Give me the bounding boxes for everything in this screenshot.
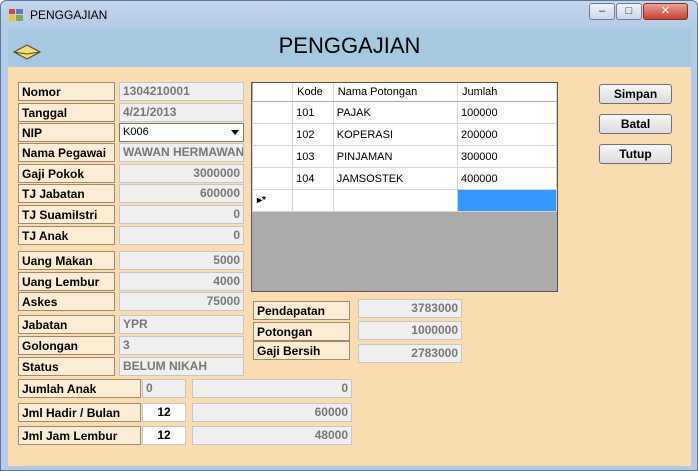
- batal-button[interactable]: Batal: [599, 114, 672, 134]
- close-button[interactable]: ✕: [643, 3, 688, 20]
- tj-jabatan-field[interactable]: 600000: [119, 184, 244, 203]
- tutup-button[interactable]: Tutup: [599, 144, 672, 164]
- row-header[interactable]: [251, 167, 294, 190]
- title-bar[interactable]: PENGGAJIAN – □ ✕: [1, 1, 697, 29]
- tj-anak-field[interactable]: 0: [119, 226, 244, 245]
- label-jumlah-anak: Jumlah Anak: [18, 379, 141, 398]
- tanggal-field[interactable]: 4/21/2013: [119, 103, 244, 122]
- cell-jumlah[interactable]: 200000: [456, 123, 558, 146]
- nama-pegawai-field[interactable]: WAWAN HERMAWAN: [119, 143, 244, 162]
- cell-kode[interactable]: 104: [292, 167, 334, 190]
- label-uang-lembur: Uang Lembur: [18, 272, 115, 291]
- table-row[interactable]: 102 KOPERASI 200000: [251, 123, 558, 146]
- table-row[interactable]: 101 PAJAK 100000: [251, 101, 558, 124]
- form-heading: PENGGAJIAN: [278, 33, 421, 58]
- label-tj-suamiistri: TJ SuamiIstri: [18, 205, 115, 224]
- cell-jumlah[interactable]: 400000: [456, 167, 558, 190]
- new-cell-nama[interactable]: [332, 189, 458, 212]
- cell-kode[interactable]: 101: [292, 101, 334, 124]
- jumlah-anak-field[interactable]: 0: [142, 379, 186, 398]
- column-header-jumlah[interactable]: Jumlah: [457, 83, 558, 102]
- jumlah-anak-total: 0: [192, 379, 352, 398]
- jml-hadir-input[interactable]: 12: [142, 403, 186, 422]
- uang-makan-field[interactable]: 5000: [119, 251, 244, 270]
- label-gaji-bersih: Gaji Bersih: [253, 341, 350, 360]
- label-nama-pegawai: Nama Pegawai: [18, 143, 115, 162]
- label-askes: Askes: [18, 292, 115, 311]
- label-pendapatan: Pendapatan: [253, 301, 350, 320]
- jabatan-field[interactable]: YPR: [119, 315, 244, 334]
- nip-combobox[interactable]: K006: [119, 123, 244, 142]
- row-header[interactable]: [251, 123, 294, 146]
- cell-kode[interactable]: 102: [292, 123, 334, 146]
- form-icon: [9, 9, 23, 21]
- new-row-marker-icon: ▸*: [251, 189, 294, 212]
- minimize-button[interactable]: –: [589, 3, 615, 20]
- new-row[interactable]: ▸*: [251, 189, 558, 212]
- cell-jumlah[interactable]: 100000: [456, 101, 558, 124]
- cell-jumlah[interactable]: 300000: [456, 145, 558, 168]
- new-cell-kode[interactable]: [292, 189, 334, 212]
- label-potongan: Potongan: [253, 322, 350, 341]
- window-title: PENGGAJIAN: [30, 8, 108, 22]
- nomor-field[interactable]: 1304210001: [119, 82, 244, 101]
- golongan-field[interactable]: 3: [119, 336, 244, 355]
- label-jml-hadir: Jml Hadir / Bulan: [18, 403, 141, 422]
- row-header-corner: [252, 83, 294, 102]
- label-golongan: Golongan: [18, 336, 115, 355]
- cell-nama[interactable]: KOPERASI: [332, 123, 458, 146]
- column-header-nama-potongan[interactable]: Nama Potongan: [333, 83, 458, 102]
- label-nip: NIP: [18, 123, 115, 142]
- label-status: Status: [18, 357, 115, 376]
- table-row[interactable]: 103 PINJAMAN 300000: [251, 145, 558, 168]
- potongan-field[interactable]: 1000000: [358, 321, 462, 340]
- potongan-table: Kode Nama Potongan Jumlah 101 PAJAK 1000…: [251, 83, 558, 212]
- simpan-button[interactable]: Simpan: [599, 84, 672, 104]
- gaji-pokok-field[interactable]: 3000000: [119, 164, 244, 183]
- potongan-grid[interactable]: Kode Nama Potongan Jumlah 101 PAJAK 1000…: [251, 82, 558, 292]
- nip-selected-value: K006: [123, 126, 149, 138]
- label-tj-anak: TJ Anak: [18, 226, 115, 245]
- cell-kode[interactable]: 103: [292, 145, 334, 168]
- label-gaji-pokok: Gaji Pokok: [18, 164, 115, 183]
- maximize-button[interactable]: □: [616, 3, 642, 20]
- label-tj-jabatan: TJ Jabatan: [18, 184, 115, 203]
- jml-jam-lembur-total: 48000: [192, 426, 352, 445]
- column-header-kode[interactable]: Kode: [292, 83, 334, 102]
- row-header[interactable]: [251, 145, 294, 168]
- label-jabatan: Jabatan: [18, 315, 115, 334]
- label-uang-makan: Uang Makan: [18, 251, 115, 270]
- askes-field[interactable]: 75000: [119, 292, 244, 311]
- status-field[interactable]: BELUM NIKAH: [119, 357, 244, 376]
- pendapatan-field[interactable]: 3783000: [358, 299, 462, 318]
- row-header[interactable]: [251, 101, 294, 124]
- new-cell-jumlah-selected[interactable]: [456, 189, 558, 212]
- app-window: PENGGAJIAN – □ ✕ PENGGAJIAN Nomor 130421…: [0, 0, 698, 471]
- jml-hadir-total: 60000: [192, 403, 352, 422]
- tj-suamiistri-field[interactable]: 0: [119, 205, 244, 224]
- label-nomor: Nomor: [18, 82, 115, 101]
- header-band: PENGGAJIAN: [8, 29, 691, 67]
- table-row[interactable]: 104 JAMSOSTEK 400000: [251, 167, 558, 190]
- cell-nama[interactable]: PINJAMAN: [332, 145, 458, 168]
- chevron-down-icon[interactable]: [231, 130, 239, 135]
- cell-nama[interactable]: PAJAK: [332, 101, 458, 124]
- gaji-bersih-field[interactable]: 2783000: [358, 344, 462, 363]
- cell-nama[interactable]: JAMSOSTEK: [332, 167, 458, 190]
- label-jml-jam-lembur: Jml Jam Lembur: [18, 426, 141, 445]
- uang-lembur-field[interactable]: 4000: [119, 272, 244, 291]
- jml-jam-lembur-input[interactable]: 12: [142, 426, 186, 445]
- label-tanggal: Tanggal: [18, 103, 115, 122]
- form-client-area: PENGGAJIAN Nomor 1304210001 Tanggal 4/21…: [8, 29, 691, 466]
